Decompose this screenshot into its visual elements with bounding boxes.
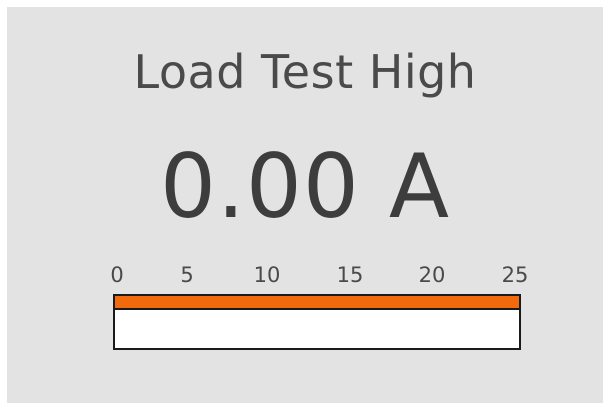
- meter-reading: 0.00 A: [159, 135, 451, 238]
- scale-tick-label: 25: [501, 263, 529, 287]
- scale-tick-label: 5: [180, 263, 194, 287]
- meter-title: Load Test High: [133, 45, 477, 99]
- scale-tick-label: 15: [336, 263, 364, 287]
- current-gauge-bar: [113, 294, 521, 350]
- gauge-accent-band: [115, 296, 519, 310]
- scale-tick-label: 20: [418, 263, 446, 287]
- scale-tick-label: 0: [110, 263, 124, 287]
- scale-tick-label: 10: [253, 263, 281, 287]
- meter-panel: Load Test High 0.00 A 0 5 10 15 20 25: [7, 7, 603, 403]
